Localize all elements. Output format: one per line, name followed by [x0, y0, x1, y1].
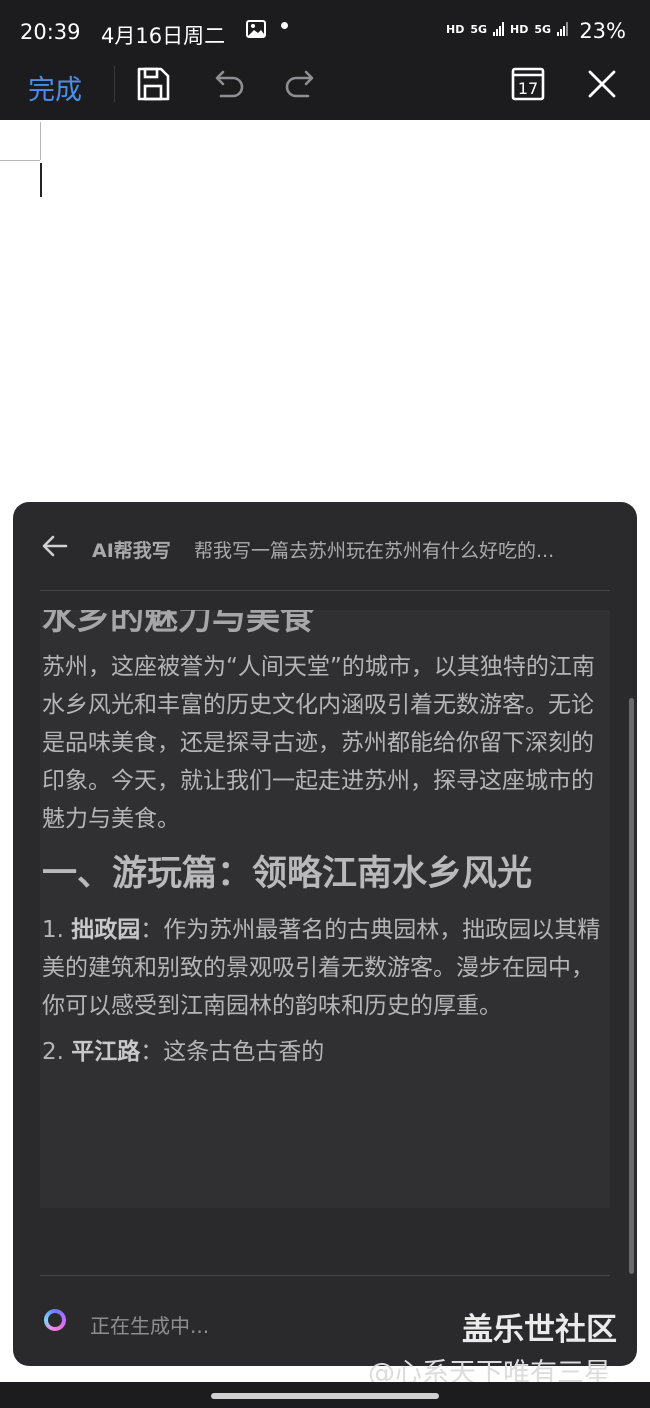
list-item-2-title: 平江路 [71, 1039, 141, 1065]
back-arrow-icon[interactable] [41, 532, 69, 564]
watermark-brand: 盖乐世社区 [462, 1312, 617, 1348]
calendar-day: 17 [518, 79, 538, 98]
hd-label-2: HD [510, 22, 529, 36]
close-icon[interactable] [582, 64, 622, 104]
content-scrollbar[interactable] [629, 698, 634, 1274]
section-heading: 一、游玩篇：领略江南水乡风光 [42, 854, 533, 894]
battery-level: 23% [579, 19, 626, 43]
list-item-1-number: 1. [42, 917, 64, 943]
toolbar-divider [114, 66, 115, 102]
status-time: 20:39 [20, 20, 81, 44]
calendar-icon[interactable]: 17 [508, 64, 548, 104]
redo-icon[interactable] [282, 64, 322, 104]
text-cursor [40, 163, 42, 197]
home-gesture-bar[interactable] [211, 1393, 439, 1399]
5g-label-2: 5G [534, 22, 552, 36]
notification-dot-icon [281, 22, 288, 29]
status-date: 4月16日周二 [101, 24, 226, 48]
list-item-2-number: 2. [42, 1039, 64, 1065]
loading-spinner-icon [44, 1309, 66, 1331]
done-button[interactable]: 完成 [28, 68, 82, 107]
save-icon[interactable] [133, 64, 173, 104]
partial-heading: 水乡的魅力与美食 [42, 610, 314, 638]
panel-divider-top [40, 590, 610, 591]
generating-status: 正在生成中... [90, 1314, 210, 1338]
ai-write-title: AI帮我写 [92, 540, 171, 562]
list-item-1-title: 拙政园 [71, 917, 141, 943]
signal-icon [493, 22, 505, 36]
network-indicators: HD 5G HD 5G [446, 22, 569, 36]
list-item-2: 2. 平江路：这条古色古香的 [42, 1033, 608, 1071]
ai-write-panel: AI帮我写 帮我写一篇去苏州玩在苏州有什么好吃的... 水乡的魅力与美食 苏州，… [13, 502, 637, 1366]
list-item-2-text: ：这条古色古香的 [140, 1039, 325, 1065]
navigation-bar [0, 1382, 650, 1408]
editor-toolbar: 完成 17 [0, 62, 650, 120]
image-notification-icon [246, 20, 266, 42]
undo-icon[interactable] [207, 64, 247, 104]
margin-guide-vertical [40, 122, 41, 160]
list-item-1: 1. 拙政园：作为苏州最著名的古典园林，拙政园以其精美的建筑和别致的景观吸引着无… [42, 911, 608, 1025]
5g-label: 5G [470, 22, 488, 36]
panel-divider-bottom [40, 1275, 610, 1276]
generated-content[interactable]: 水乡的魅力与美食 苏州，这座被誉为“人间天堂”的城市，以其独特的江南水乡风光和丰… [40, 610, 610, 1208]
status-bar: 20:39 4月16日周二 HD 5G HD 5G 23% [0, 0, 650, 62]
margin-guide-horizontal [0, 160, 40, 161]
intro-paragraph: 苏州，这座被誉为“人间天堂”的城市，以其独特的江南水乡风光和丰富的历史文化内涵吸… [42, 654, 595, 832]
ai-prompt-text: 帮我写一篇去苏州玩在苏州有什么好吃的... [194, 540, 555, 562]
signal-icon-2 [557, 22, 569, 36]
hd-label: HD [446, 22, 465, 36]
